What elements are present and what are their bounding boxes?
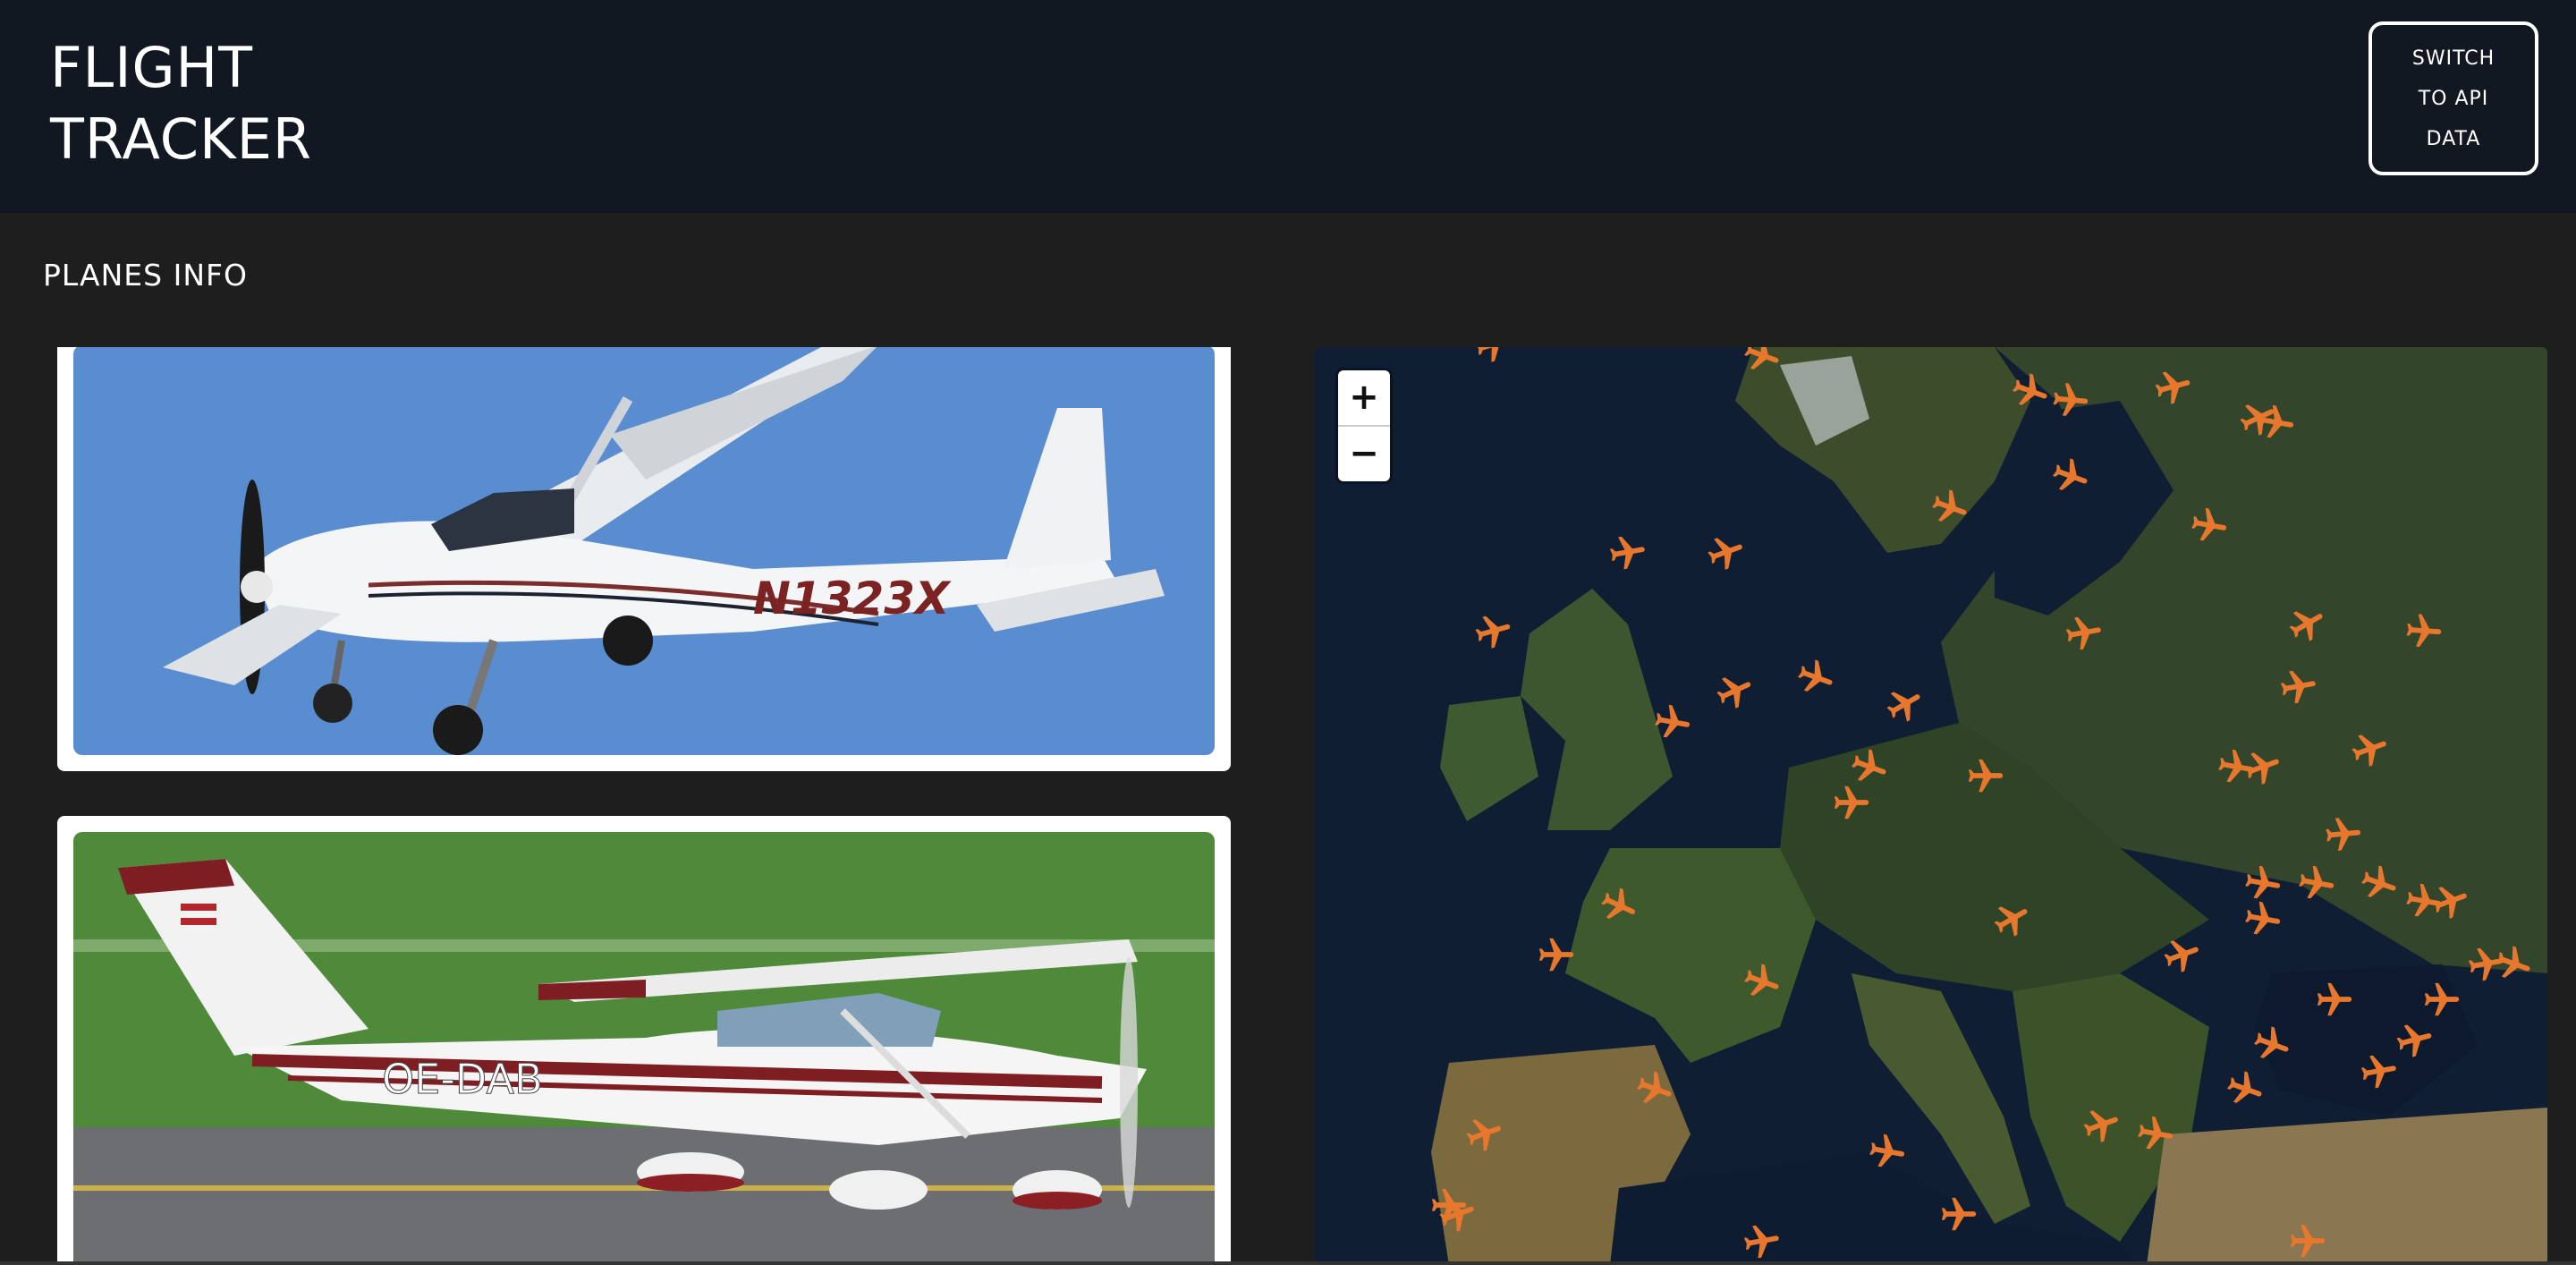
airplane-icon[interactable] bbox=[2421, 980, 2462, 1021]
switch-to-api-data-button[interactable]: SWITCH TO API DATA bbox=[2368, 21, 2538, 175]
airplane-icon[interactable] bbox=[2402, 609, 2445, 653]
airplane-icon[interactable] bbox=[2355, 1048, 2402, 1095]
airplane-icon[interactable] bbox=[1863, 1128, 1911, 1176]
airplane-icon[interactable] bbox=[2292, 860, 2340, 907]
airplane-icon[interactable] bbox=[2314, 980, 2355, 1021]
airplane-icon[interactable] bbox=[2287, 1221, 2328, 1262]
airplane-icon[interactable] bbox=[1648, 699, 1696, 746]
window-bottom-edge bbox=[0, 1261, 2576, 1265]
planes-list[interactable]: N1323X OE-DAB bbox=[57, 347, 1231, 1265]
switch-button-line2: TO API bbox=[2418, 87, 2489, 110]
app-title: FLIGHT TRACKER bbox=[50, 32, 312, 175]
airplane-icon[interactable] bbox=[2048, 378, 2093, 423]
plane-photo-1: N1323X bbox=[73, 347, 1215, 755]
plane-registration: OE-DAB bbox=[382, 1055, 543, 1103]
flight-map[interactable]: + − bbox=[1315, 347, 2547, 1265]
app-title-line2: TRACKER bbox=[50, 106, 312, 172]
airplane-icon[interactable] bbox=[1536, 935, 1577, 976]
airplane-icon[interactable] bbox=[2321, 812, 2366, 857]
app-title-line1: FLIGHT bbox=[50, 35, 254, 100]
zoom-out-button[interactable]: − bbox=[1338, 425, 1390, 481]
plane-card[interactable]: N1323X bbox=[57, 347, 1231, 771]
airplane-icon[interactable] bbox=[1831, 783, 1872, 824]
airplane-icon[interactable] bbox=[1738, 1218, 1785, 1265]
plane-photo-2: OE-DAB bbox=[73, 832, 1215, 1265]
airplane-icon[interactable] bbox=[1965, 756, 2006, 797]
airplane-icon[interactable] bbox=[2275, 663, 2322, 710]
plane-registration: N1323X bbox=[753, 573, 952, 624]
airplane-icon[interactable] bbox=[2185, 502, 2233, 549]
airplane-icon[interactable] bbox=[1604, 529, 1651, 576]
airplane-icon[interactable] bbox=[2239, 896, 2286, 943]
airplane-icon[interactable] bbox=[2060, 609, 2107, 657]
airplane-icon[interactable] bbox=[1938, 1194, 1979, 1235]
section-title: PLANES INFO bbox=[43, 258, 248, 293]
switch-button-line3: DATA bbox=[2426, 127, 2481, 150]
airplane-icon[interactable] bbox=[2131, 1110, 2179, 1158]
plane-card[interactable]: OE-DAB bbox=[57, 816, 1231, 1265]
switch-button-line1: SWITCH bbox=[2411, 47, 2496, 70]
app-header: FLIGHT TRACKER SWITCH TO API DATA bbox=[0, 0, 2576, 213]
airplane-icon[interactable] bbox=[2252, 399, 2300, 446]
zoom-in-button[interactable]: + bbox=[1338, 370, 1390, 425]
zoom-control: + − bbox=[1338, 370, 1390, 481]
